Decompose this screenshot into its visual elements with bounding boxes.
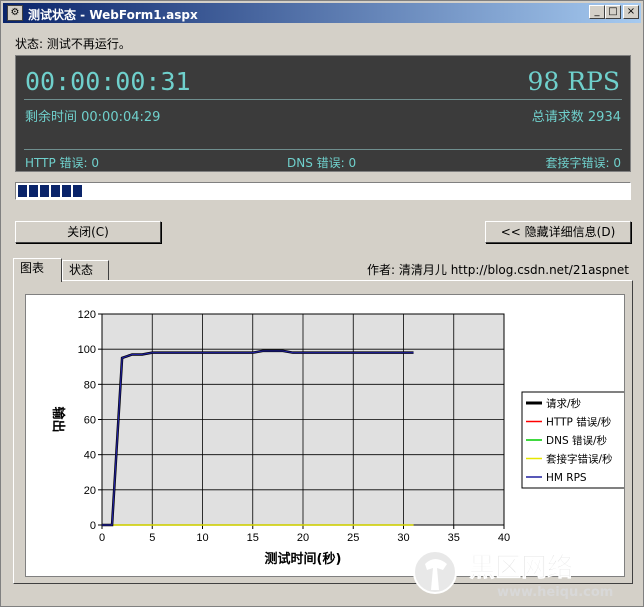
progress-bar: [15, 182, 631, 200]
stats-panel: 00:00:00:31 98 RPS 剩余时间 00:00:04:29 总请求数…: [15, 55, 631, 172]
tab-chart[interactable]: 图表: [13, 258, 62, 282]
progress-segment: [18, 185, 27, 197]
close-window-button[interactable]: ×: [623, 5, 639, 19]
status-text: 状态: 测试不再运行。: [15, 37, 131, 51]
remaining-time: 剩余时间 00:00:04:29: [25, 110, 161, 125]
progress-segment: [73, 185, 82, 197]
y-tick-label: 100: [78, 344, 96, 356]
x-tick-label: 0: [99, 532, 105, 544]
hide-details-button[interactable]: << 隐藏详细信息(D): [485, 221, 631, 243]
app-icon: ⚙: [7, 5, 23, 21]
legend-label: HM RPS: [546, 472, 587, 484]
y-axis-label: 输出: [50, 406, 66, 432]
x-tick-label: 40: [498, 532, 510, 544]
y-tick-label: 80: [84, 379, 96, 391]
legend-label: DNS 错误/秒: [546, 434, 607, 447]
window-title: 测试状态 - WebForm1.aspx: [28, 8, 198, 22]
x-tick-label: 35: [448, 532, 460, 544]
author-text: 作者: 清清月儿 http://blog.csdn.net/21aspnet: [367, 263, 629, 277]
dns-errors: DNS 错误: 0: [287, 156, 357, 170]
panel-divider: [24, 99, 622, 100]
legend-label: 套接字错误/秒: [546, 453, 613, 466]
minimize-button[interactable]: _: [589, 5, 605, 19]
http-errors: HTTP 错误: 0: [25, 156, 100, 170]
progress-segment: [29, 185, 38, 197]
progress-segment: [40, 185, 49, 197]
legend-label: HTTP 错误/秒: [546, 416, 612, 429]
maximize-button[interactable]: □: [605, 5, 621, 19]
y-tick-label: 60: [84, 415, 96, 427]
x-tick-label: 30: [397, 532, 409, 544]
elapsed-time: 00:00:00:31: [25, 67, 191, 96]
total-requests: 总请求数 2934: [531, 110, 621, 125]
tab-status[interactable]: 状态: [62, 260, 109, 281]
x-tick-label: 10: [196, 532, 208, 544]
progress-fill: [18, 185, 628, 197]
x-tick-label: 20: [297, 532, 309, 544]
watermark-logo-icon: [413, 550, 457, 594]
line-chart: 0 5 10 15 20 25 30 35 40 0 20 40 60 80 100 120 测试时间(秒) 输出…: [50, 309, 624, 567]
y-tick-label: 120: [78, 309, 96, 321]
x-tick-label: 15: [247, 532, 259, 544]
x-tick-label: 25: [347, 532, 359, 544]
y-tick-label: 20: [84, 485, 96, 497]
watermark: 黑区网络 www.heiqu.com: [413, 550, 613, 600]
legend-label: 请求/秒: [546, 397, 582, 410]
close-button[interactable]: 关闭(C): [15, 221, 161, 243]
progress-segment: [51, 185, 60, 197]
progress-segment: [62, 185, 71, 197]
chart-area: 0 5 10 15 20 25 30 35 40 0 20 40 60 80 100 120 测试时间(秒) 输出…: [25, 294, 625, 577]
socket-errors: 套接字错误: 0: [545, 156, 622, 170]
title-bar[interactable]: ⚙ 测试状态 - WebForm1.aspx _ □ ×: [3, 3, 641, 23]
rps-value: 98 RPS: [527, 67, 620, 96]
test-status-window: ⚙ 测试状态 - WebForm1.aspx _ □ × 状态: 测试不再运行。…: [0, 0, 644, 607]
chart-tab-panel: 0 5 10 15 20 25 30 35 40 0 20 40 60 80 100 120 测试时间(秒) 输出…: [13, 280, 633, 584]
watermark-url: www.heiqu.com: [497, 585, 613, 600]
panel-divider: [24, 149, 622, 150]
x-axis-label: 测试时间(秒): [265, 551, 342, 567]
watermark-title: 黑区网络: [469, 552, 573, 583]
y-tick-label: 0: [90, 520, 96, 532]
x-tick-label: 5: [149, 532, 155, 544]
y-tick-label: 40: [84, 450, 96, 462]
